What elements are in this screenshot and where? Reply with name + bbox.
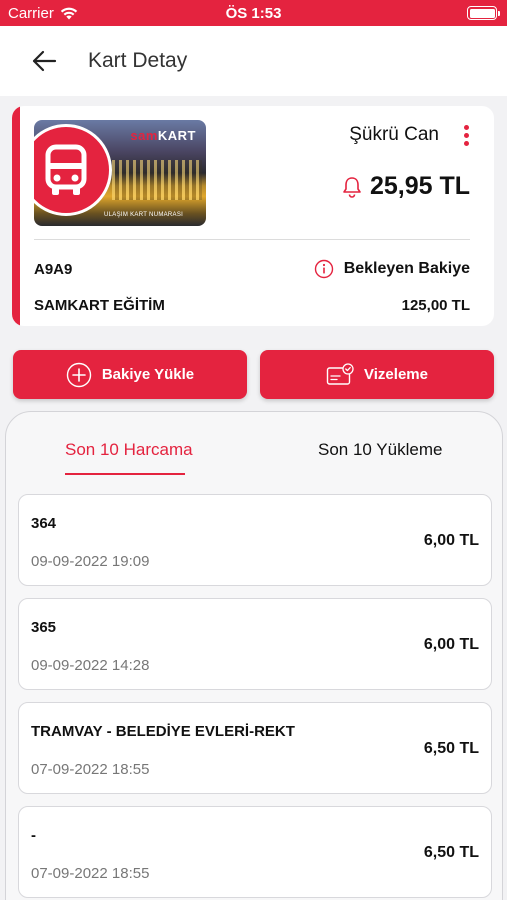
pending-balance-amount: 125,00 TL — [401, 297, 470, 314]
visa-button[interactable]: Vizeleme — [260, 350, 494, 399]
status-left: Carrier — [8, 5, 78, 22]
tab-loading[interactable]: Son 10 Yükleme — [318, 440, 442, 460]
status-bar: Carrier ÖS 1:53 — [0, 0, 507, 26]
transaction-date: 07-09-2022 18:55 — [31, 761, 150, 778]
card-image: samKART ULAŞIM KART NUMARASI — [34, 120, 206, 226]
card-number: A9A9 — [34, 261, 73, 278]
transaction-title: TRAMVAY - BELEDİYE EVLERİ-REKT — [31, 723, 295, 740]
wifi-icon — [60, 7, 78, 19]
transaction-title: 365 — [31, 619, 57, 636]
card-image-city-lights — [112, 160, 202, 200]
card-type: SAMKART EĞİTİM — [34, 297, 165, 314]
card-panel: samKART ULAŞIM KART NUMARASI Şükrü Can 2… — [12, 106, 494, 326]
visa-label: Vizeleme — [364, 366, 428, 383]
list-item[interactable]: - 07-09-2022 18:55 6,50 TL — [18, 806, 492, 898]
card-brand-logo: samKART — [130, 128, 196, 143]
pending-balance-row[interactable]: Bekleyen Bakiye — [314, 259, 470, 279]
transaction-date: 09-09-2022 19:09 — [31, 553, 150, 570]
load-balance-button[interactable]: Bakiye Yükle — [13, 350, 247, 399]
owner-name: Şükrü Can — [349, 124, 439, 145]
list-item[interactable]: 365 09-09-2022 14:28 6,00 TL — [18, 598, 492, 690]
bell-icon[interactable] — [342, 176, 362, 198]
transaction-amount: 6,50 TL — [423, 844, 479, 861]
card-divider — [34, 239, 470, 240]
carrier-label: Carrier — [8, 4, 54, 22]
transaction-tabs: Son 10 Harcama Son 10 Yükleme — [6, 412, 502, 484]
bus-logo-icon — [34, 124, 112, 216]
list-item[interactable]: TRAMVAY - BELEDİYE EVLERİ-REKT 07-09-202… — [18, 702, 492, 794]
battery-icon — [467, 6, 500, 20]
info-icon — [314, 259, 333, 279]
status-time: ÖS 1:53 — [225, 4, 282, 22]
transactions-panel: Son 10 Harcama Son 10 Yükleme 364 09-09-… — [5, 411, 503, 900]
transaction-date: 09-09-2022 14:28 — [31, 657, 150, 674]
plus-circle-icon — [66, 362, 92, 387]
transaction-amount: 6,00 TL — [423, 532, 479, 549]
load-balance-label: Bakiye Yükle — [101, 366, 195, 383]
arrow-left-icon — [32, 50, 57, 72]
balance-row: 25,95 TL — [342, 172, 470, 201]
transaction-amount: 6,00 TL — [423, 636, 479, 653]
more-vertical-icon[interactable] — [452, 120, 480, 150]
pending-balance-label: Bekleyen Bakiye — [343, 260, 470, 277]
tab-spending[interactable]: Son 10 Harcama — [65, 440, 193, 460]
list-item[interactable]: 364 09-09-2022 19:09 6,00 TL — [18, 494, 492, 586]
transaction-title: - — [31, 827, 36, 844]
active-tab-indicator — [65, 473, 185, 475]
transaction-amount: 6,50 TL — [423, 740, 479, 757]
card-caption: ULAŞIM KART NUMARASI — [104, 212, 184, 218]
balance-amount: 25,95 TL — [369, 172, 470, 200]
transaction-title: 364 — [31, 515, 57, 532]
transaction-date: 07-09-2022 18:55 — [31, 865, 150, 882]
card-check-icon — [326, 362, 354, 385]
card-accent-bar — [12, 106, 20, 326]
back-button[interactable] — [14, 31, 74, 91]
header: Kart Detay — [0, 26, 507, 96]
transaction-list: 364 09-09-2022 19:09 6,00 TL 365 09-09-2… — [18, 494, 492, 900]
page-title: Kart Detay — [88, 49, 188, 72]
